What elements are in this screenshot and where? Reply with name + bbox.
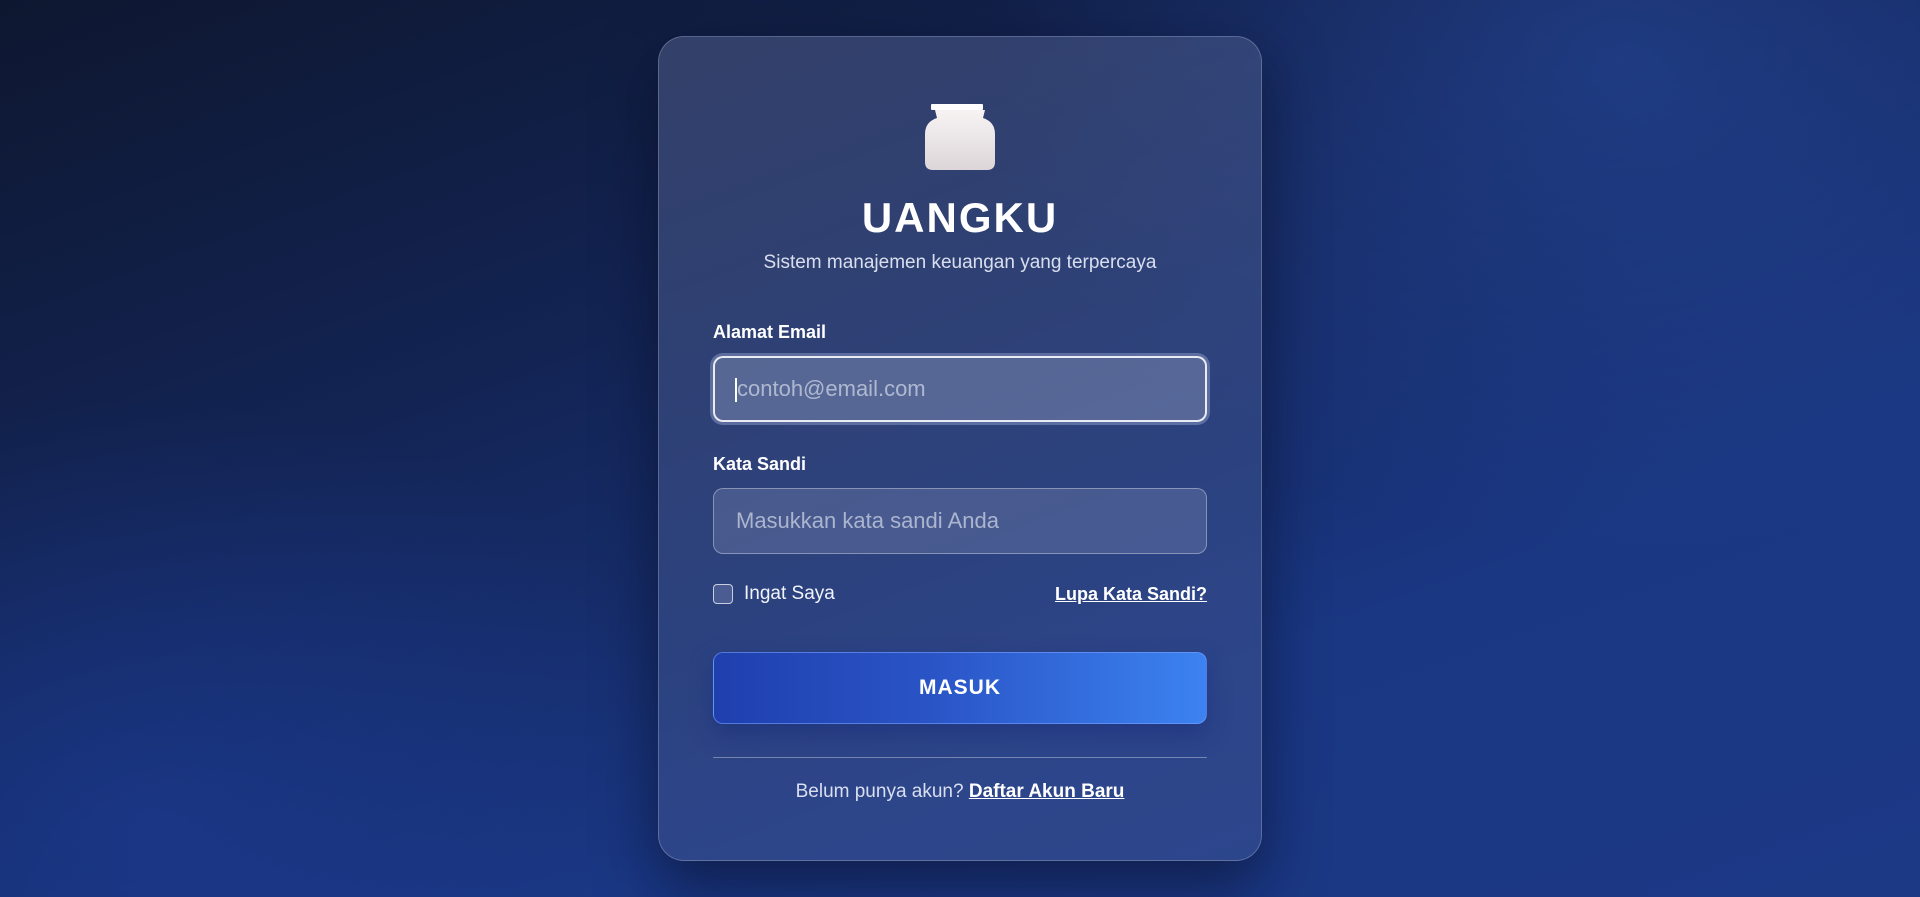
signup-prompt: Belum punya akun? <box>795 781 969 802</box>
remember-checkbox[interactable] <box>713 584 733 604</box>
app-title: UANGKU <box>861 194 1059 241</box>
login-card: UANGKU Sistem manajemen keuangan yang te… <box>658 36 1262 861</box>
password-input[interactable] <box>713 488 1207 554</box>
remember-label: Ingat Saya <box>744 583 835 604</box>
text-caret <box>735 378 737 402</box>
signup-link[interactable]: Daftar Akun Baru <box>969 781 1125 802</box>
login-button[interactable]: MASUK <box>713 652 1207 724</box>
money-bag-icon <box>925 104 995 170</box>
email-input[interactable] <box>713 356 1207 422</box>
password-label: Kata Sandi <box>713 454 807 474</box>
divider <box>713 757 1207 758</box>
remember-me[interactable]: Ingat Saya <box>713 583 835 605</box>
email-label: Alamat Email <box>713 322 827 342</box>
forgot-password-link[interactable]: Lupa Kata Sandi? <box>1055 584 1207 605</box>
signup-row: Belum punya akun? Daftar Akun Baru <box>659 781 1261 803</box>
app-subtitle: Sistem manajemen keuangan yang terpercay… <box>763 252 1157 273</box>
